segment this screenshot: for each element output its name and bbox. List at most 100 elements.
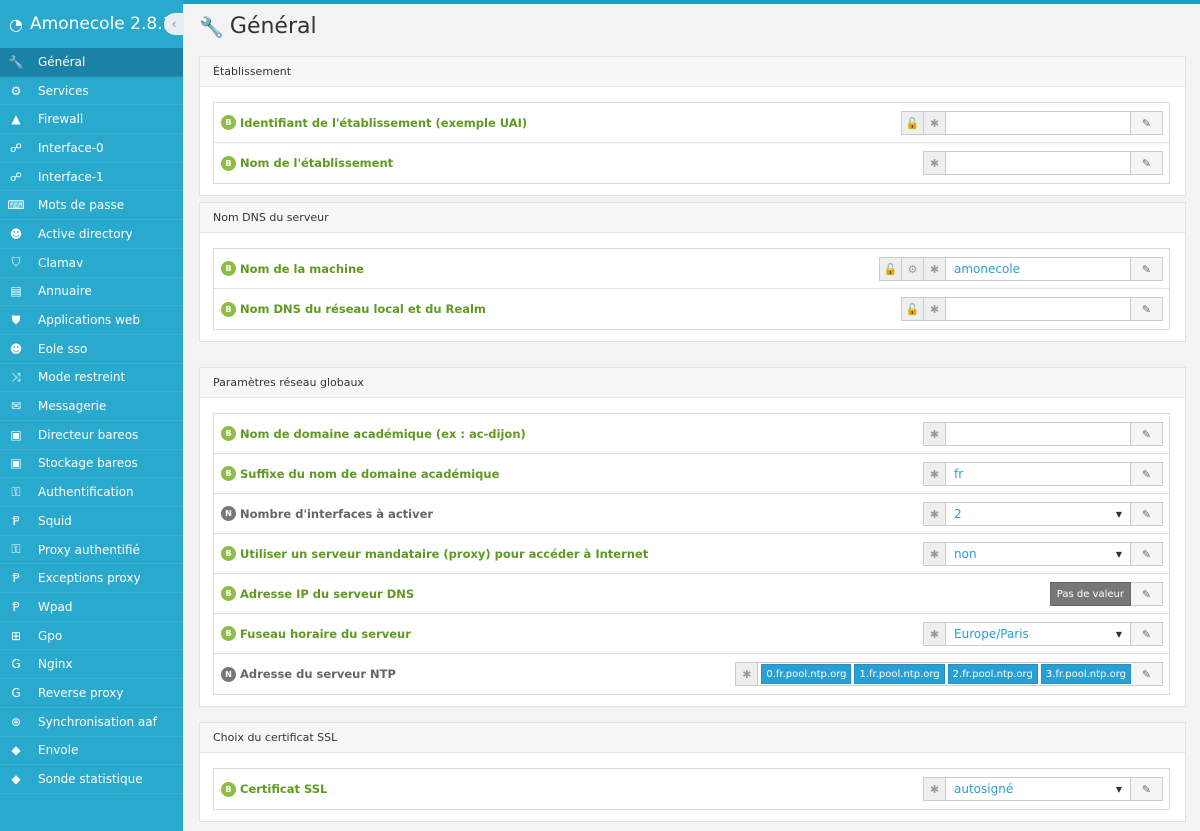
nginx-icon: G — [11, 657, 21, 672]
cogs-icon[interactable]: ⚙ — [901, 257, 923, 281]
sidebar-item-label: Envole — [38, 743, 79, 758]
sidebar-item-proxy-authentifi[interactable]: ⚿ Proxy authentifié — [0, 536, 183, 565]
edit-button[interactable]: ✎ — [1131, 662, 1163, 686]
sidebar-item-interface-1[interactable]: ☍ Interface-1 — [0, 163, 183, 192]
mode-badge: B — [221, 626, 236, 641]
pencil-square-icon: ✎ — [1141, 547, 1152, 561]
form-row: B Suffixe du nom de domaine académique ✱ fr… — [214, 454, 1169, 494]
edit-button[interactable]: ✎ — [1131, 257, 1163, 281]
windows-icon: ⊞ — [10, 628, 22, 643]
pencil-square-icon: ✎ — [1141, 507, 1152, 521]
sitemap-icon: ☍ — [9, 169, 23, 184]
edit-button[interactable]: ✎ — [1131, 151, 1163, 175]
sidebar-item-stockage-bareos[interactable]: ▣ Stockage bareos — [0, 450, 183, 479]
field-label: Utiliser un serveur mandataire (proxy) p… — [240, 546, 649, 561]
field-control: ✱ fr ✎ — [923, 462, 1163, 486]
unlock-icon[interactable]: 🔓 — [901, 111, 923, 135]
envelope-icon: ✉ — [10, 399, 22, 414]
field-label: Nombre d'interfaces à activer — [240, 506, 434, 521]
select-field[interactable]: autosigné ▼ — [945, 777, 1131, 801]
edit-button[interactable]: ✎ — [1131, 111, 1163, 135]
field-value: non — [954, 547, 977, 561]
select-field[interactable]: Europe/Paris ▼ — [945, 622, 1131, 646]
sidebar-item-mots-de-passe[interactable]: ⌨ Mots de passe — [0, 191, 183, 221]
section-body: B Nom de la machine 🔓 ⚙ ✱ amonecole ✎ B Nom DNS … — [213, 248, 1170, 330]
ntp-server-tag[interactable]: 2.fr.pool.ntp.org — [947, 664, 1038, 684]
sidebar-item-applications-web[interactable]: ⛊ Applications web — [0, 306, 183, 335]
archive-icon: ▣ — [10, 456, 22, 471]
field-value: 2 — [954, 507, 962, 521]
ntp-server-tag[interactable]: 1.fr.pool.ntp.org — [854, 664, 945, 684]
main-content: 🔧 Général Établissement B Identifiant de l… — [183, 0, 1200, 831]
sidebar-item-directeur-bareos[interactable]: ▣ Directeur bareos — [0, 421, 183, 450]
sidebar-item-eole-sso[interactable]: ☻ Eole sso — [0, 335, 183, 364]
field-control: ✱ autosigné ▼ ✎ — [923, 777, 1163, 801]
field-label: Adresse du serveur NTP — [240, 667, 396, 681]
sidebar-item-services[interactable]: ⚙ Services — [0, 77, 183, 106]
sidebar-item-gpo[interactable]: ⊞ Gpo — [0, 622, 183, 651]
sidebar-item-nginx[interactable]: G Nginx — [0, 650, 183, 680]
sidebar-item-interface-0[interactable]: ☍ Interface-0 — [0, 134, 183, 163]
ntp-server-tag[interactable]: 0.fr.pool.ntp.org — [761, 664, 852, 684]
field-label: Suffixe du nom de domaine académique — [240, 466, 500, 481]
dashboard-icon: ◔ — [9, 14, 23, 34]
text-input[interactable] — [945, 297, 1131, 321]
text-input[interactable]: amonecole — [945, 257, 1131, 281]
text-input[interactable] — [945, 151, 1131, 175]
pencil-square-icon: ✎ — [1141, 667, 1152, 681]
sidebar-item-exceptions-proxy[interactable]: Ᵽ Exceptions proxy — [0, 564, 183, 594]
edit-button[interactable]: ✎ — [1131, 297, 1163, 321]
text-input[interactable]: fr — [945, 462, 1131, 486]
field-control: ✱ ✎ — [923, 151, 1163, 175]
sidebar-item-mode-restreint[interactable]: ⤨ Mode restreint — [0, 364, 183, 393]
sidebar-item-firewall[interactable]: ▲ Firewall — [0, 105, 183, 135]
edit-button[interactable]: ✎ — [1131, 422, 1163, 446]
text-input[interactable] — [945, 422, 1131, 446]
mode-badge: B — [221, 115, 236, 130]
sidebar-item-sonde-statistique[interactable]: ◆ Sonde statistique — [0, 765, 183, 794]
sidebar-item-authentification[interactable]: ⚿ Authentification — [0, 478, 183, 507]
edit-button[interactable]: ✎ — [1131, 502, 1163, 526]
unlock-icon[interactable]: 🔓 — [879, 257, 901, 281]
mode-badge: B — [221, 466, 236, 481]
sidebar-item-reverse-proxy[interactable]: G Reverse proxy — [0, 679, 183, 708]
sidebar-collapse-button[interactable]: ‹ — [164, 13, 184, 35]
section-body: B Certificat SSL ✱ autosigné ▼ ✎ — [213, 768, 1170, 810]
form-row: B Identifiant de l'établissement (exemple… — [214, 103, 1169, 143]
field-label: Certificat SSL — [240, 782, 328, 796]
sidebar-item-annuaire[interactable]: ▤ Annuaire — [0, 278, 183, 307]
pencil-square-icon: ✎ — [1141, 156, 1152, 170]
caret-down-icon: ▼ — [1115, 509, 1122, 519]
edit-button[interactable]: ✎ — [1131, 622, 1163, 646]
sidebar-item-clamav[interactable]: ⛉ Clamav — [0, 249, 183, 278]
key-icon: ⚿ — [11, 484, 21, 499]
edit-button[interactable]: ✎ — [1131, 542, 1163, 566]
field-control: 🔓 ✱ ✎ — [901, 111, 1163, 135]
sidebar-item-envole[interactable]: ◆ Envole — [0, 737, 183, 766]
select-field[interactable]: non ▼ — [945, 542, 1131, 566]
text-input[interactable] — [945, 111, 1131, 135]
no-value-label: Pas de valeur — [1049, 582, 1131, 606]
sidebar-item-g-n-ral[interactable]: 🔧 Général — [0, 48, 183, 77]
sidebar-item-squid[interactable]: Ᵽ Squid — [0, 507, 183, 536]
pencil-square-icon: ✎ — [1141, 627, 1152, 641]
sidebar-item-wpad[interactable]: Ᵽ Wpad — [0, 593, 183, 622]
edit-button[interactable]: ✎ — [1131, 462, 1163, 486]
caret-down-icon: ▼ — [1115, 629, 1122, 639]
sidebar-item-messagerie[interactable]: ✉ Messagerie — [0, 392, 183, 421]
key-icon: ⚿ — [11, 542, 21, 557]
select-field[interactable]: 2 ▼ — [945, 502, 1131, 526]
ntp-server-tag[interactable]: 3.fr.pool.ntp.org — [1040, 664, 1131, 684]
edit-button[interactable]: ✎ — [1131, 777, 1163, 801]
mode-badge: B — [221, 586, 236, 601]
sidebar-item-active-directory[interactable]: ☻ Active directory — [0, 220, 183, 249]
sidebar-header: ◔ Amonecole 2.8.1 — [0, 0, 183, 48]
caret-down-icon: ▼ — [1115, 549, 1122, 559]
sidebar-item-label: Authentification — [38, 485, 134, 500]
squid-icon: Ᵽ — [12, 513, 20, 528]
unlock-icon[interactable]: 🔓 — [901, 297, 923, 321]
sidebar-item-synchronisation-aaf[interactable]: ⊕ Synchronisation aaf — [0, 708, 183, 737]
edit-button[interactable]: ✎ — [1131, 582, 1163, 606]
section-panel: Paramètres réseau globaux B Nom de domaine… — [199, 367, 1186, 707]
tags-input[interactable]: 0.fr.pool.ntp.org 1.fr.pool.ntp.org 2.fr.p… — [757, 662, 1131, 686]
